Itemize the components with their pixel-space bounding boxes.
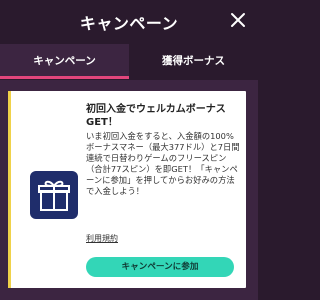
tab-campaign[interactable]: キャンペーン [0,44,129,78]
page-title: キャンペーン [79,14,179,33]
join-campaign-button[interactable]: キャンペーンに参加 [86,257,234,277]
close-icon[interactable] [230,12,246,28]
terms-link[interactable]: 利用規約 [86,233,118,244]
promo-card: 初回入金でウェルカムボーナスGET！ いま初回入金をすると、入金額の100%ボー… [8,91,246,288]
gift-icon [30,171,78,219]
promo-description: いま初回入金をすると、入金額の100%ボーナスマネー（最大377ドル）と7日間連… [86,131,240,196]
tab-bar: キャンペーン 獲得ボーナス [0,44,258,80]
header: キャンペーン [0,0,258,44]
active-tab-indicator [0,76,129,79]
promo-title: 初回入金でウェルカムボーナスGET！ [86,104,226,128]
tab-bonus[interactable]: 獲得ボーナス [129,44,258,78]
campaign-screen: キャンペーン キャンペーン 獲得ボーナス 初回入金でウェルカムボーナスGET！ … [0,0,258,300]
card-accent [8,91,11,288]
